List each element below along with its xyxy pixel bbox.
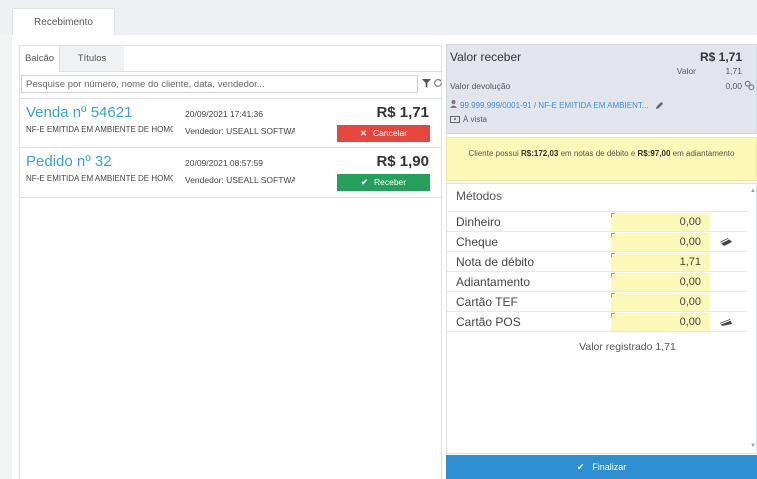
cancel-button[interactable]: ✕ Cancelar xyxy=(337,125,430,142)
method-row-cheque: Cheque 0,00 xyxy=(447,233,747,252)
input-corner xyxy=(611,253,615,257)
notice-text: Cliente possui xyxy=(468,149,521,158)
input-corner xyxy=(611,313,615,317)
notice-text: em notas de débito e xyxy=(558,149,638,158)
order-amount: R$ 1,71 xyxy=(376,104,429,121)
order-number[interactable]: Pedido nº 32 xyxy=(26,153,112,170)
client-name: 99.999.999/0001-91 / NF-E EMITIDA EM AMB… xyxy=(460,101,649,110)
summary-title: Valor receber xyxy=(450,50,522,64)
card-icon[interactable] xyxy=(719,317,733,327)
method-value-input[interactable]: 1,71 xyxy=(611,253,710,271)
input-corner xyxy=(611,213,615,217)
method-row-dinheiro: Dinheiro 0,00 xyxy=(447,213,747,232)
payment-term: À vista xyxy=(450,115,487,124)
valor-label: Valor xyxy=(676,66,696,76)
notice-debit: R$:172,03 xyxy=(520,149,559,158)
notice-text: em adiantamento xyxy=(670,149,735,158)
order-seller: Vendedor: USEALL SOFTWARE xyxy=(185,175,295,185)
order-card[interactable]: Venda nº 54621 NF-E EMITIDA EM AMBIENTE … xyxy=(20,98,441,148)
search-input[interactable] xyxy=(21,75,418,93)
tab-titulos[interactable]: Títulos xyxy=(60,46,124,72)
scroll-up-icon[interactable]: ▲ xyxy=(750,188,756,194)
close-icon: ✕ xyxy=(359,128,368,138)
top-tab-bar: Recebimento xyxy=(0,0,757,36)
payment-methods: Métodos ▲ Dinheiro 0,00 Cheque 0,00 Nota… xyxy=(446,183,757,454)
receive-label: Receber xyxy=(373,177,407,187)
client-balance-notice: Cliente possui R$:172,03 em notas de déb… xyxy=(446,137,757,181)
order-number[interactable]: Venda nº 54621 xyxy=(26,104,132,121)
scroll-down-icon[interactable]: ▼ xyxy=(750,443,756,449)
cash-icon xyxy=(450,116,460,124)
divider xyxy=(124,71,442,72)
payment-term-label: À vista xyxy=(463,115,488,124)
client-link[interactable]: 99.999.999/0001-91 / NF-E EMITIDA EM AMB… xyxy=(450,100,664,110)
input-corner xyxy=(611,233,615,237)
method-row-adiantamento: Adiantamento 0,00 xyxy=(447,273,747,292)
check-icon: ✔ xyxy=(576,462,585,472)
methods-title: Métodos xyxy=(456,189,503,203)
order-description: NF-E EMITIDA EM AMBIENTE DE HOMOLOGACAO xyxy=(26,125,173,134)
order-amount: R$ 1,90 xyxy=(376,153,429,170)
cancel-label: Cancelar xyxy=(373,128,408,138)
method-row-nota-debito: Nota de débito 1,71 xyxy=(447,253,747,272)
tab-recebimento[interactable]: Recebimento xyxy=(12,8,115,36)
filter-icon[interactable] xyxy=(422,79,431,88)
method-label: Dinheiro xyxy=(456,215,501,229)
summary-box: Valor receber R$ 1,71 Valor 1,71 Valor d… xyxy=(446,44,757,134)
orders-panel: Balcão Títulos Venda nº 54621 NF-E EMITI… xyxy=(19,45,442,479)
pencil-icon[interactable] xyxy=(655,101,664,110)
method-label: Cartão TEF xyxy=(456,295,518,309)
method-value-input[interactable]: 0,00 xyxy=(611,233,710,251)
method-value-input[interactable]: 0,00 xyxy=(611,273,710,291)
tab-balcao[interactable]: Balcão xyxy=(20,46,60,72)
order-card[interactable]: Pedido nº 32 NF-E EMITIDA EM AMBIENTE DE… xyxy=(20,148,441,198)
order-date: 20/09/2021 08:57:59 xyxy=(185,158,263,168)
receive-button[interactable]: ✔ Receber xyxy=(337,174,430,191)
link-icon[interactable] xyxy=(744,80,755,91)
check-icon: ✔ xyxy=(360,177,368,187)
order-seller: Vendedor: USEALL SOFTWARE xyxy=(185,126,295,136)
devolucao-label: Valor devolução xyxy=(450,81,511,91)
method-value-input[interactable]: 0,00 xyxy=(611,213,710,231)
input-corner xyxy=(611,273,615,277)
notice-advance: R$:97,00 xyxy=(637,149,671,158)
input-corner xyxy=(611,293,615,297)
registered-value: Valor registrado 1,71 xyxy=(579,341,676,353)
method-label: Cheque xyxy=(456,235,499,249)
devolucao-value: 0,00 xyxy=(725,81,742,91)
method-label: Nota de débito xyxy=(456,255,535,269)
divider xyxy=(448,211,748,212)
finalize-button[interactable]: ✔ Finalizar xyxy=(446,455,757,479)
method-row-cartao-pos: Cartão POS 0,00 xyxy=(447,313,747,332)
card-icon[interactable] xyxy=(719,237,733,247)
method-label: Adiantamento xyxy=(456,275,531,289)
payment-panel: Valor receber R$ 1,71 Valor 1,71 Valor d… xyxy=(446,44,757,479)
user-icon xyxy=(450,100,457,108)
summary-total: R$ 1,71 xyxy=(699,50,742,64)
order-date: 20/09/2021 17:41:36 xyxy=(185,109,263,119)
method-value-input[interactable]: 0,00 xyxy=(611,313,710,331)
method-label: Cartão POS xyxy=(456,315,521,329)
valor-value: 1,71 xyxy=(725,66,742,76)
order-description: NF-E EMITIDA EM AMBIENTE DE HOMOLOGACAO xyxy=(26,174,173,183)
finalize-label: Finalizar xyxy=(592,462,627,472)
method-row-cartao-tef: Cartão TEF 0,00 xyxy=(447,293,747,312)
refresh-icon[interactable] xyxy=(433,78,443,88)
method-value-input[interactable]: 0,00 xyxy=(611,293,710,311)
